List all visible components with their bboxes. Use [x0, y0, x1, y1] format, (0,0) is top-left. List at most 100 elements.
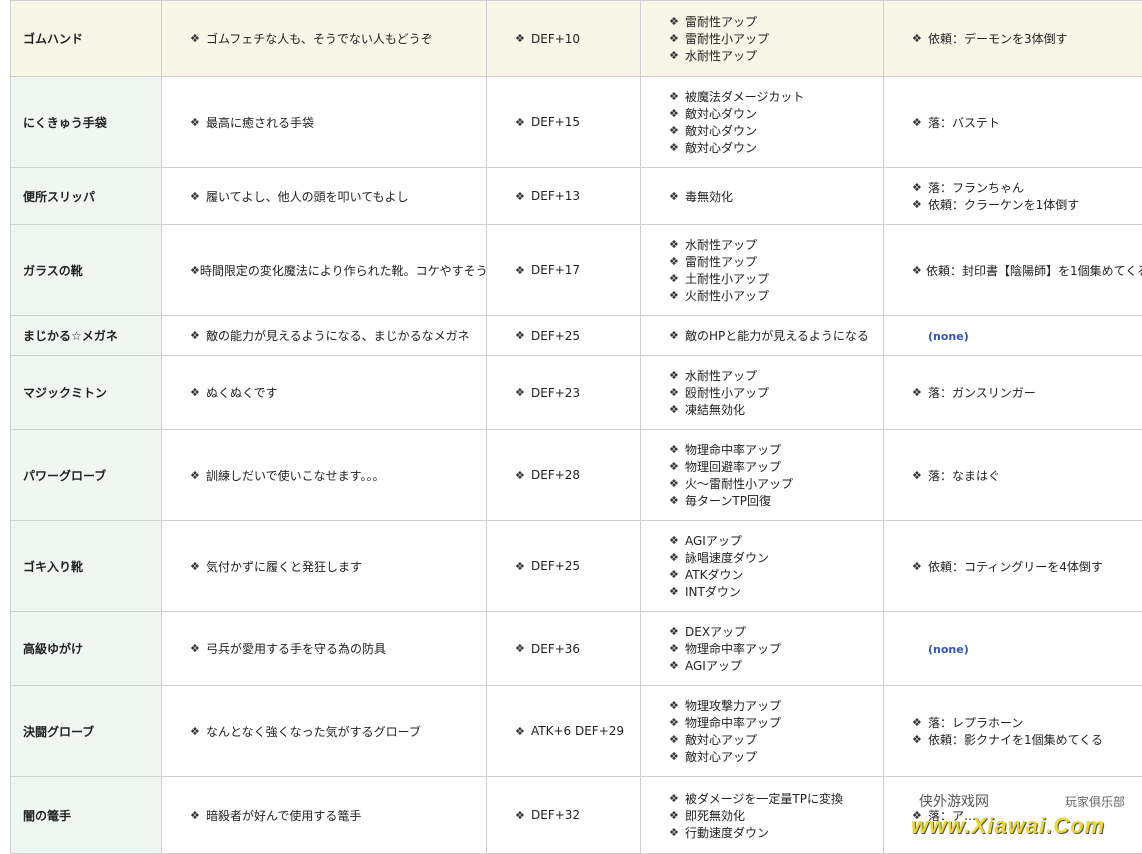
- list-item: ❖敵対心アップ: [641, 748, 883, 765]
- item-effects: ❖水耐性アップ❖雷耐性アップ❖土耐性小アップ❖火耐性小アップ: [641, 225, 884, 316]
- list-item: ❖DEF+32: [487, 807, 640, 824]
- bullet-icon: ❖: [515, 116, 531, 129]
- item-text: 敵対心ダウン: [685, 122, 757, 139]
- item-name: ゴキ入り靴: [11, 521, 162, 612]
- list-item: ❖なんとなく強くなった気がするグローブ: [162, 723, 486, 740]
- item-description: ❖時間限定の変化魔法により作られた靴。コケやすそう: [162, 225, 487, 316]
- item-description: ❖履いてよし、他人の頭を叩いてもよし: [162, 168, 487, 225]
- list-item: ❖DEF+17: [487, 262, 640, 279]
- item-effects: ❖毒無効化: [641, 168, 884, 225]
- item-text: 訓練しだいで使いこなせます。。。: [206, 467, 384, 484]
- bullet-icon: ❖: [190, 329, 206, 342]
- item-effects: ❖敵のHPと能力が見えるようになる: [641, 316, 884, 356]
- bullet-icon: ❖: [912, 469, 928, 482]
- item-text: なんとなく強くなった気がするグローブ: [206, 723, 421, 740]
- item-sources: ❖落：バステト: [884, 77, 1142, 168]
- bullet-icon: ❖: [669, 141, 685, 154]
- list-item: ❖毎ターンTP回復: [641, 492, 883, 509]
- item-text: 依頼：クラーケンを1体倒す: [928, 196, 1079, 213]
- item-sources: ❖落：フランちゃん❖依頼：クラーケンを1体倒す: [884, 168, 1142, 225]
- site-watermark: 侠外游戏网 玩家俱乐部 www.Xiawai.Com: [905, 783, 1135, 845]
- item-text: AGIアップ: [685, 532, 742, 549]
- bullet-icon: ❖: [515, 725, 531, 738]
- list-item: ❖被魔法ダメージカット: [641, 88, 883, 105]
- bullet-icon: ❖: [669, 272, 685, 285]
- bullet-icon: ❖: [669, 107, 685, 120]
- bullet-icon: ❖: [669, 289, 685, 302]
- item-description: ❖暗殺者が好んで使用する篭手: [162, 777, 487, 854]
- list-item: ❖気付かずに履くと発狂します: [162, 558, 486, 575]
- item-stats: ❖DEF+23: [487, 356, 641, 430]
- item-text: 気付かずに履くと発狂します: [206, 558, 362, 575]
- item-stats: ❖DEF+10: [487, 1, 641, 77]
- bullet-icon: ❖: [669, 403, 685, 416]
- item-text: 物理命中率アップ: [685, 640, 781, 657]
- list-item: ❖水耐性アップ: [641, 367, 883, 384]
- item-text: 雷耐性小アップ: [685, 30, 769, 47]
- item-text: 落：なまはぐ: [928, 467, 1000, 484]
- bullet-icon: ❖: [669, 551, 685, 564]
- bullet-icon: ❖: [190, 32, 206, 45]
- list-item: ❖殴耐性小アップ: [641, 384, 883, 401]
- item-text: 弓兵が愛用する手を守る為の防具: [206, 640, 386, 657]
- item-text: 敵対心アップ: [685, 748, 757, 765]
- bullet-icon: ❖: [669, 369, 685, 382]
- item-text: 即死無効化: [685, 807, 745, 824]
- item-text: 依頼：コティングリーを4体倒す: [928, 558, 1103, 575]
- item-sources: ❖依頼：デーモンを3体倒す: [884, 1, 1142, 77]
- item-description: ❖気付かずに履くと発狂します: [162, 521, 487, 612]
- item-text: 物理攻撃力アップ: [685, 697, 781, 714]
- item-sources: ❖依頼：封印書【陰陽師】を1個集めてくる: [884, 225, 1142, 316]
- bullet-icon: ❖: [912, 32, 928, 45]
- list-item: ❖雷耐性アップ: [641, 13, 883, 30]
- list-item: ❖行動速度ダウン: [641, 824, 883, 841]
- bullet-icon: ❖: [669, 585, 685, 598]
- item-text: DEF+32: [531, 808, 580, 822]
- item-text: 殴耐性小アップ: [685, 384, 769, 401]
- bullet-icon: ❖: [912, 116, 928, 129]
- item-text: 毒無効化: [685, 188, 733, 205]
- item-effects: ❖物理攻撃力アップ❖物理命中率アップ❖敵対心アップ❖敵対心アップ: [641, 686, 884, 777]
- item-text: DEF+10: [531, 32, 580, 46]
- bullet-icon: ❖: [669, 642, 685, 655]
- item-text: 毎ターンTP回復: [685, 492, 771, 509]
- item-text: 火耐性小アップ: [685, 287, 769, 304]
- item-stats: ❖DEF+15: [487, 77, 641, 168]
- item-text: 落：バステト: [928, 114, 1000, 131]
- item-name: まじかる☆メガネ: [11, 316, 162, 356]
- item-name: 決闘グローブ: [11, 686, 162, 777]
- list-item: ❖火耐性小アップ: [641, 287, 883, 304]
- bullet-icon: ❖: [669, 733, 685, 746]
- item-stats: ❖DEF+17: [487, 225, 641, 316]
- bullet-icon: ❖: [669, 190, 685, 203]
- item-text: 詠唱速度ダウン: [685, 549, 769, 566]
- equipment-table: ゴムハンド❖ゴムフェチな人も、そうでない人もどうぞ❖DEF+10❖雷耐性アップ❖…: [10, 0, 1142, 854]
- item-text: 水耐性アップ: [685, 236, 757, 253]
- item-sources: ❖落：レプラホーン❖依頼：影クナイを1個集めてくる: [884, 686, 1142, 777]
- item-stats: ❖ATK+6 DEF+29: [487, 686, 641, 777]
- item-text: 依頼：封印書【陰陽師】を1個集めてくる: [926, 262, 1142, 279]
- list-item: ❖被ダメージを一定量TPに変換: [641, 790, 883, 807]
- item-sources: (none): [884, 612, 1142, 686]
- none-label: (none): [884, 643, 969, 656]
- item-text: 敵の能力が見えるようになる、まじかるなメガネ: [206, 327, 470, 344]
- bullet-icon: ❖: [912, 733, 928, 746]
- bullet-icon: ❖: [669, 792, 685, 805]
- item-effects: ❖水耐性アップ❖殴耐性小アップ❖凍結無効化: [641, 356, 884, 430]
- item-effects: ❖DEXアップ❖物理命中率アップ❖AGIアップ: [641, 612, 884, 686]
- bullet-icon: ❖: [190, 190, 206, 203]
- list-item: ❖依頼：影クナイを1個集めてくる: [884, 731, 1142, 748]
- bullet-icon: ❖: [515, 809, 531, 822]
- bullet-icon: ❖: [190, 264, 200, 277]
- item-text: 落：ガンスリンガー: [928, 384, 1036, 401]
- bullet-icon: ❖: [912, 264, 926, 277]
- bullet-icon: ❖: [669, 329, 685, 342]
- bullet-icon: ❖: [515, 469, 531, 482]
- bullet-icon: ❖: [190, 809, 206, 822]
- list-item: ❖時間限定の変化魔法により作られた靴。コケやすそう: [162, 262, 486, 279]
- item-description: ❖ぬくぬくです: [162, 356, 487, 430]
- item-name: 闇の篭手: [11, 777, 162, 854]
- item-text: 雷耐性アップ: [685, 13, 757, 30]
- bullet-icon: ❖: [669, 716, 685, 729]
- list-item: ❖INTダウン: [641, 583, 883, 600]
